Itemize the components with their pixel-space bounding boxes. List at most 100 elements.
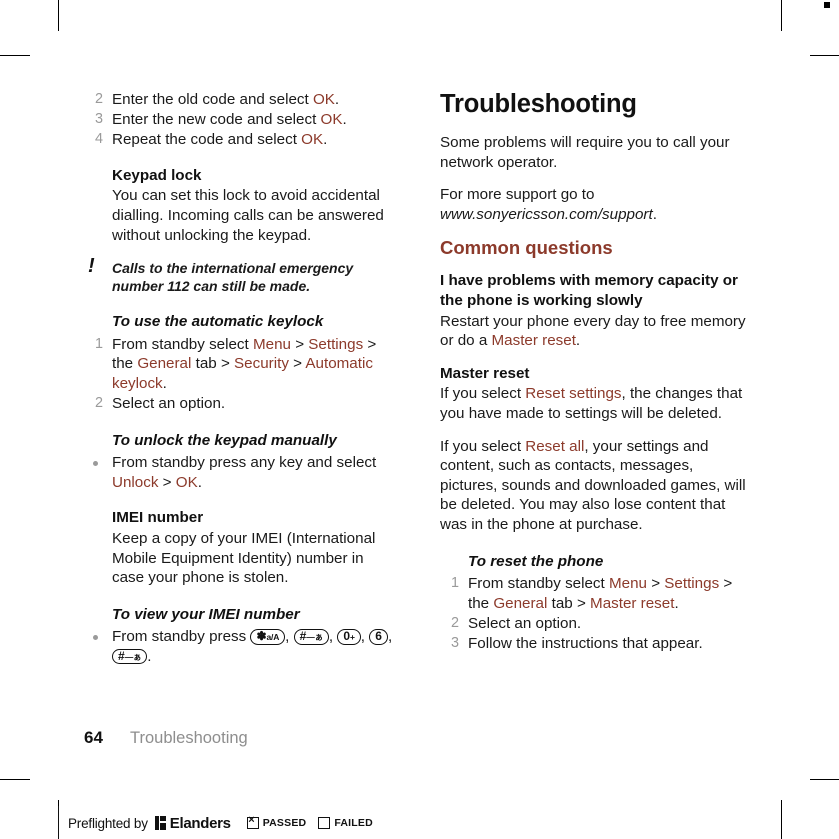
ui-term-unlock: Unlock [112,473,159,491]
step-number: 1 [94,335,103,352]
master-reset-paragraph-1: If you select Reset settings, the change… [440,384,749,423]
sep: , [387,628,393,646]
keypad-key-hash: #—ぁ [293,629,329,645]
ui-term-reset-all: Reset all [525,437,585,455]
preflight-checkboxes: PASSED FAILED [246,815,385,829]
step-number: 1 [450,575,459,592]
change-code-steps: 2 Enter the old code and select OK. 3 Ente… [84,90,393,150]
text: If you select [440,385,526,403]
crop-mark-bottom-right [781,800,783,839]
step-text-end: . [162,374,167,392]
list-item: 3 Enter the new code and select OK. [84,110,393,130]
page-footer: 64 Troubleshooting [84,728,248,748]
step-text-end: . [334,91,340,108]
automatic-keylock-procedure-heading: To use the automatic keylock [112,313,324,331]
keypad-key-zero: 0+ [337,629,361,645]
support-url: www.sonyericsson.com/support [440,205,653,223]
ui-term-settings: Settings [664,575,720,593]
keypad-lock-heading: Keypad lock [112,166,202,184]
elanders-logo-icon [154,816,166,830]
keypad-key-star: ✽a/A [250,629,286,645]
sep: , [360,628,370,646]
master-reset-paragraph-2: If you select Reset all, your settings a… [440,437,749,535]
imei-number-heading: IMEI number [112,509,204,527]
preflight-passed: PASSED [246,815,307,829]
preflight-label: Preflighted by [68,815,148,831]
sep: tab > [191,355,235,373]
checkbox-checked-icon [246,815,259,829]
step-number: 4 [94,131,103,148]
ui-term-settings: Settings [308,335,364,353]
ui-term-ok: OK [301,131,324,149]
support-text: For more support go to [440,186,595,204]
bullet-icon [93,634,98,640]
memory-question-heading: I have problems with memory capacity or … [440,272,738,309]
ui-term-reset-settings: Reset settings [525,385,622,403]
step-number: 2 [450,614,459,631]
ui-term-menu: Menu [252,335,291,353]
keypad-key-hash-2: #—ぁ [112,648,148,665]
exclamation-icon: ! [88,255,95,278]
list-item: 1 From standby select Menu > Settings > t… [84,335,393,394]
common-questions-heading: Common questions [440,237,613,259]
unlock-manually-steps: From standby press any key and select Un… [84,453,393,492]
step-text-end: . [197,473,202,491]
step-number: 3 [450,634,459,651]
left-column: 2 Enter the old code and select OK. 3 Ente… [84,90,393,667]
emergency-note-text: Calls to the international emergency num… [112,260,354,295]
reset-phone-procedure-heading: To reset the phone [468,552,604,570]
step-number: 2 [94,395,103,412]
step-text: From standby select [112,335,253,353]
step-text-end: . [147,647,152,665]
step-text: From standby press any key and select [112,454,377,472]
page-number: 64 [84,728,103,747]
preflight-failed: FAILED [318,817,373,829]
view-imei-steps: From standby press ✽a/A, #—ぁ, 0+, 6, #—ぁ… [84,627,393,666]
text: If you select [440,437,526,455]
step-text: From standby press [112,628,251,646]
list-item: 2 Enter the old code and select OK. [84,90,393,110]
ui-term-menu: Menu [608,575,647,593]
unlock-manually-procedure-heading: To unlock the keypad manually [112,431,337,449]
sep: , [285,628,294,646]
footer-chapter-name: Troubleshooting [130,729,248,747]
page-title: Troubleshooting [440,90,637,118]
support-text-end: . [652,205,657,223]
step-text: Enter the old code and select [112,91,313,108]
passed-label: PASSED [262,817,307,829]
step-text-end: . [342,111,347,129]
sep: > [646,575,665,593]
ui-term-general: General [137,355,192,373]
master-reset-heading: Master reset [440,364,530,382]
view-imei-procedure-heading: To view your IMEI number [112,605,300,623]
step-text: Select an option. [112,395,226,413]
step-text: Follow the instructions that appear. [468,634,703,652]
ui-term-general: General [493,594,548,612]
step-number: 2 [94,91,103,107]
emergency-note: ! Calls to the international emergency n… [84,255,393,295]
list-item: 2 Select an option. [440,614,749,634]
step-number: 3 [94,111,103,128]
step-text: Enter the new code and select [112,111,321,129]
list-item: From standby press ✽a/A, #—ぁ, 0+, 6, #—ぁ… [84,627,393,666]
ui-term-ok: OK [320,111,343,129]
list-item: 2 Select an option. [84,394,393,414]
imei-number-body: Keep a copy of your IMEI (International … [112,530,376,587]
list-item: 3 Follow the instructions that appear. [440,634,749,654]
step-text-end: . [674,594,679,612]
preflight-brand: Elanders [169,814,231,832]
memory-question-answer: Restart your phone every day to free mem… [440,312,749,351]
answer-text-end: . [575,332,581,350]
manual-page: 2 Enter the old code and select OK. 3 Ente… [0,0,839,790]
list-item: 4 Repeat the code and select OK. [84,130,393,150]
ui-term-master-reset: Master reset [491,332,576,350]
keypad-key-six: 6 [369,629,388,645]
keypad-lock-body: You can set this lock to avoid accidenta… [112,187,384,244]
ui-term-ok: OK [312,91,335,108]
reset-phone-steps: 1 From standby select Menu > Settings > t… [440,574,749,653]
right-column: Troubleshooting Some problems will requi… [440,90,749,654]
list-item: 1 From standby select Menu > Settings > t… [440,574,749,613]
bullet-icon [93,460,98,466]
step-text: From standby select [468,575,609,593]
sep: > [290,335,309,353]
